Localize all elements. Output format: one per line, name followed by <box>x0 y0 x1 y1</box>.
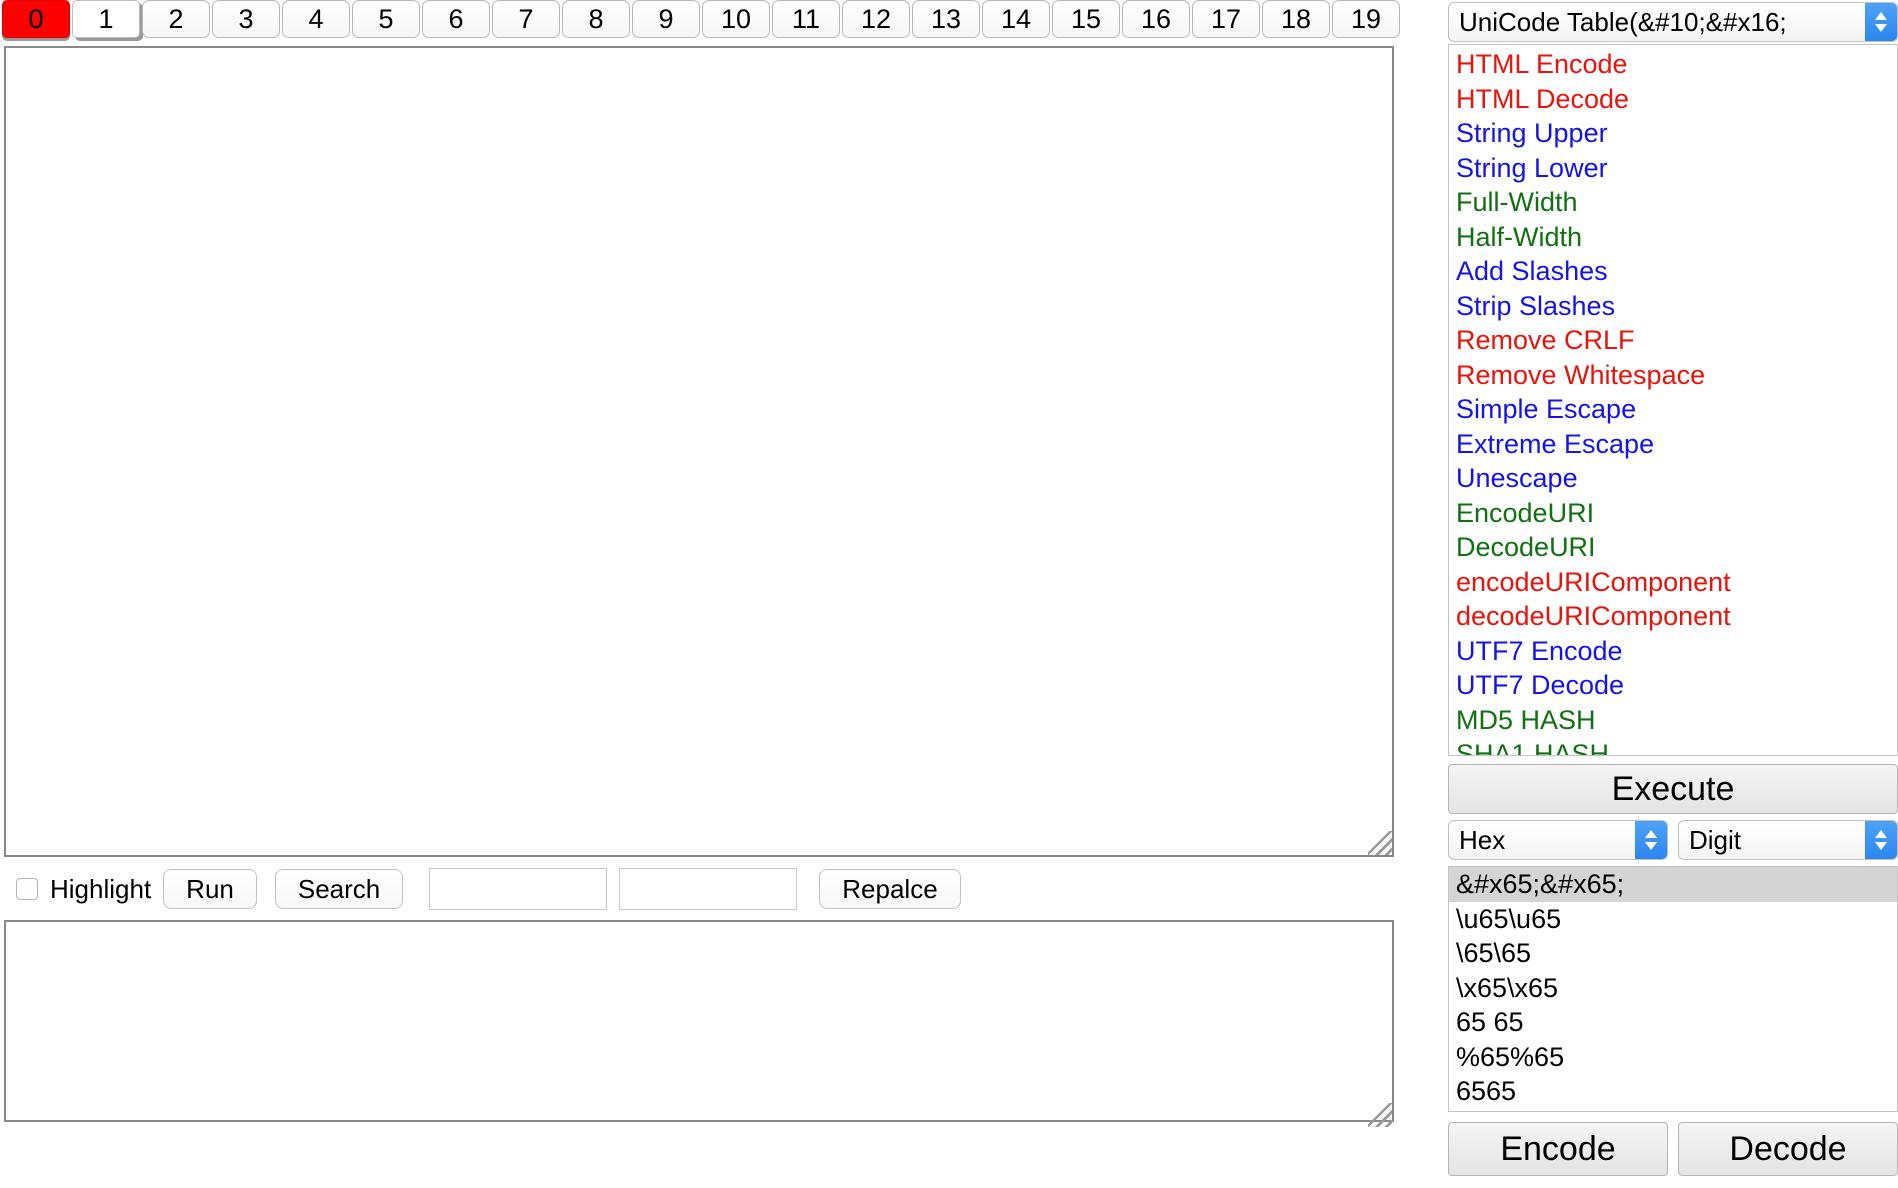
bottom-buttons: Encode Decode <box>1448 1122 1898 1176</box>
tab-strip: 0 1 2 3 4 5 6 7 8 9 10 11 12 13 14 15 16 17 18 19 <box>0 0 1408 40</box>
highlight-label: Highlight <box>50 873 152 904</box>
operation-item[interactable]: HTML Encode <box>1449 47 1897 82</box>
tab-0[interactable]: 0 <box>2 0 70 38</box>
base-select-value: Hex <box>1459 824 1506 855</box>
tab-14[interactable]: 14 <box>982 0 1050 38</box>
stepper-icon[interactable] <box>1635 821 1667 859</box>
output-textarea[interactable] <box>4 920 1394 1122</box>
operation-item[interactable]: String Lower <box>1449 151 1897 186</box>
operation-item[interactable]: Strip Slashes <box>1449 289 1897 324</box>
stepper-icon[interactable] <box>1865 821 1897 859</box>
replace-button[interactable]: Repalce <box>819 869 961 909</box>
search-button[interactable]: Search <box>274 869 404 909</box>
tab-1[interactable]: 1 <box>72 0 140 38</box>
search-input[interactable] <box>429 868 608 910</box>
operation-item[interactable]: Full-Width <box>1449 185 1897 220</box>
operation-item[interactable]: DecodeURI <box>1449 530 1897 565</box>
tab-18[interactable]: 18 <box>1262 0 1330 38</box>
operation-item[interactable]: UTF7 Decode <box>1449 668 1897 703</box>
base-select[interactable]: Hex <box>1448 820 1668 860</box>
decode-button[interactable]: Decode <box>1678 1122 1898 1176</box>
operation-item[interactable]: Remove CRLF <box>1449 323 1897 358</box>
main-editor-textarea[interactable] <box>4 46 1394 857</box>
tab-11[interactable]: 11 <box>772 0 840 38</box>
tab-13[interactable]: 13 <box>912 0 980 38</box>
highlight-checkbox[interactable] <box>16 878 38 900</box>
result-item[interactable]: \x65\x65 <box>1449 971 1897 1006</box>
tab-3[interactable]: 3 <box>212 0 280 38</box>
result-item[interactable]: \u65\u65 <box>1449 902 1897 937</box>
unicode-table-select-value: UniCode Table(&#10;&#x16; <box>1459 6 1787 37</box>
tab-2[interactable]: 2 <box>142 0 210 38</box>
tab-7[interactable]: 7 <box>492 0 560 38</box>
result-item[interactable]: \65\65 <box>1449 936 1897 971</box>
unicode-table-select[interactable]: UniCode Table(&#10;&#x16; <box>1448 2 1898 42</box>
run-button[interactable]: Run <box>163 869 257 909</box>
operation-item[interactable]: SHA1 HASH <box>1449 737 1897 755</box>
operation-item[interactable]: String Upper <box>1449 116 1897 151</box>
execute-button[interactable]: Execute <box>1448 764 1898 814</box>
app-root: 0 1 2 3 4 5 6 7 8 9 10 11 12 13 14 15 16 17 18 19 Highlight… <box>0 0 1898 1188</box>
operation-item[interactable]: Add Slashes <box>1449 254 1897 289</box>
operation-item[interactable]: UTF7 Encode <box>1449 634 1897 669</box>
result-item[interactable]: 65 65 <box>1449 1005 1897 1040</box>
operation-item[interactable]: decodeURIComponent <box>1449 599 1897 634</box>
mode-row: Hex Digit <box>1448 820 1898 860</box>
operation-item[interactable]: Unescape <box>1449 461 1897 496</box>
tab-5[interactable]: 5 <box>352 0 420 38</box>
tab-9[interactable]: 9 <box>632 0 700 38</box>
result-item[interactable]: &#x65;&#x65; <box>1449 867 1897 902</box>
tab-15[interactable]: 15 <box>1052 0 1120 38</box>
stepper-icon[interactable] <box>1865 3 1897 41</box>
operation-item[interactable]: Half-Width <box>1449 220 1897 255</box>
tab-6[interactable]: 6 <box>422 0 490 38</box>
left-pane: 0 1 2 3 4 5 6 7 8 9 10 11 12 13 14 15 16 17 18 19 Highlight… <box>0 0 1408 1188</box>
result-item[interactable]: 6565 <box>1449 1074 1897 1109</box>
right-pane: UniCode Table(&#10;&#x16; HTML Encode HTM… <box>1448 0 1898 1188</box>
operation-item[interactable]: HTML Decode <box>1449 82 1897 117</box>
tab-19[interactable]: 19 <box>1332 0 1400 38</box>
tab-4[interactable]: 4 <box>282 0 350 38</box>
operations-list[interactable]: HTML Encode HTML Decode String Upper String… <box>1448 44 1898 756</box>
operation-item[interactable]: encodeURIComponent <box>1449 565 1897 600</box>
replace-input[interactable] <box>619 868 798 910</box>
operation-item[interactable]: Simple Escape <box>1449 392 1897 427</box>
operation-item[interactable]: Extreme Escape <box>1449 427 1897 462</box>
editor-toolbar: Highlight Run Search Repalce <box>4 866 1394 912</box>
operation-item[interactable]: MD5 HASH <box>1449 703 1897 738</box>
result-item[interactable]: %65%65 <box>1449 1040 1897 1075</box>
operation-item[interactable]: Remove Whitespace <box>1449 358 1897 393</box>
tab-10[interactable]: 10 <box>702 0 770 38</box>
tab-8[interactable]: 8 <box>562 0 630 38</box>
tab-16[interactable]: 16 <box>1122 0 1190 38</box>
tab-12[interactable]: 12 <box>842 0 910 38</box>
results-list[interactable]: &#x65;&#x65; \u65\u65 \65\65 \x65\x65 65 65%… <box>1448 866 1898 1112</box>
operation-item[interactable]: EncodeURI <box>1449 496 1897 531</box>
tab-17[interactable]: 17 <box>1192 0 1260 38</box>
group-select-value: Digit <box>1689 824 1742 855</box>
group-select[interactable]: Digit <box>1678 820 1898 860</box>
encode-button[interactable]: Encode <box>1448 1122 1668 1176</box>
